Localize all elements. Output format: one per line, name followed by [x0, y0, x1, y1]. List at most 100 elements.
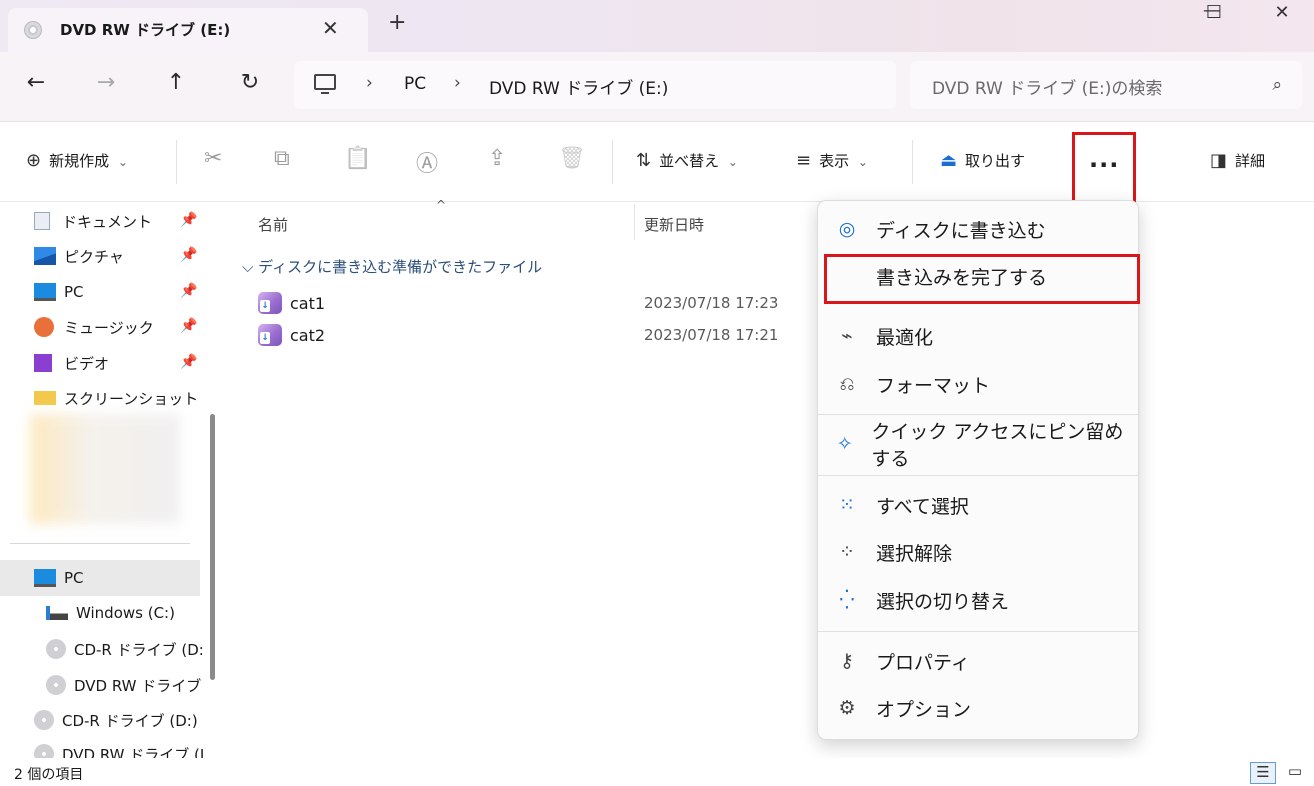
pc-icon [34, 569, 56, 587]
sidebar-scrollbar[interactable] [210, 414, 215, 680]
sidebar-item-dvdrw-root[interactable]: DVD RW ドライブ (I [34, 740, 204, 758]
file-name: cat1 [290, 293, 326, 313]
sidebar-item-pc[interactable]: PC [34, 278, 84, 306]
up-button[interactable]: ↑ [160, 70, 192, 95]
menu-separator [818, 631, 1138, 632]
list-view-icon: ≡ [796, 150, 812, 171]
cut-icon[interactable]: ✂ [204, 146, 222, 171]
paste-icon[interactable]: 📋 [344, 146, 371, 171]
select-all-icon: ⁙ [839, 494, 855, 516]
sidebar-item-windows-c[interactable]: Windows (C:) [46, 599, 175, 627]
pin-icon: ✧ [836, 433, 853, 455]
back-button[interactable]: ← [20, 70, 52, 95]
sidebar-item-label: PC [64, 283, 84, 301]
menu-item-select-none[interactable]: ⁘ 選択解除 [818, 532, 1138, 572]
address-bar[interactable]: › PC › DVD RW ドライブ (E:) [294, 61, 896, 109]
menu-item-format[interactable]: ⎌ フォーマット [818, 364, 1138, 404]
new-button[interactable]: ⊕ 新規作成 ⌄ [26, 150, 128, 171]
more-options-button[interactable]: ··· [1072, 132, 1136, 204]
menu-item-label: 選択解除 [876, 542, 953, 565]
column-header-name[interactable]: 名前 [258, 214, 288, 235]
maximize-button[interactable]: ☐ [1194, 2, 1234, 26]
column-separator[interactable] [634, 204, 635, 240]
disc-icon [34, 744, 54, 758]
forward-button[interactable]: → [90, 70, 122, 95]
sidebar-item-label: ドキュメント [62, 212, 153, 231]
file-row-cat1[interactable]: cat1 [258, 288, 325, 318]
menu-separator [818, 414, 1138, 415]
wrench-icon: ⚷ [840, 650, 854, 672]
sidebar-item-music[interactable]: ミュージック [34, 313, 154, 341]
sidebar-item-cdr-d-root[interactable]: CD-R ドライブ (D:) [34, 706, 198, 734]
group-header[interactable]: ⌵ ディスクに書き込む準備ができたファイル [242, 256, 542, 277]
menu-item-label: 選択の切り替え [876, 590, 1010, 613]
invert-selection-icon: ⁛ [839, 589, 855, 611]
tab-dvd-drive[interactable]: DVD RW ドライブ (E:) ✕ [8, 8, 368, 52]
folder-icon [34, 391, 56, 405]
format-icon: ⎌ [839, 373, 855, 395]
sidebar-item-label: DVD RW ドライブ [74, 676, 202, 695]
pc-icon [34, 283, 56, 301]
disc-icon [46, 675, 66, 695]
sidebar-item-documents[interactable]: ドキュメント [34, 207, 152, 235]
divider [912, 140, 913, 184]
pictures-icon [34, 247, 56, 265]
title-bar: DVD RW ドライブ (E:) ✕ + — ☐ ✕ [0, 0, 1314, 52]
breadcrumb-separator: › [454, 73, 461, 93]
sidebar-item-cdr-d[interactable]: CD-R ドライブ (D: [46, 635, 204, 663]
menu-item-invert-selection[interactable]: ⁛ 選択の切り替え [818, 580, 1138, 620]
close-button[interactable]: ✕ [1262, 2, 1302, 26]
search-box[interactable]: DVD RW ドライブ (E:)の検索 ⌕ [910, 61, 1302, 109]
pin-icon: 📌 [180, 354, 198, 370]
menu-item-options[interactable]: ⚙ オプション [818, 688, 1138, 728]
share-icon[interactable]: ⇪ [488, 146, 506, 171]
pc-icon [314, 74, 336, 94]
sidebar-item-pictures[interactable]: ピクチャ [34, 242, 124, 270]
search-input[interactable]: DVD RW ドライブ (E:)の検索 [932, 74, 1162, 99]
pin-icon: 📌 [180, 283, 198, 299]
eject-label: 取り出す [965, 152, 1026, 170]
disc-icon [24, 21, 42, 39]
drive-icon [46, 606, 68, 620]
details-view-button[interactable]: ☰ [1250, 762, 1276, 784]
command-bar: ⊕ 新規作成 ⌄ ✂ ⧉ 📋 Ⓐ ⇪ 🗑 ⇅ 並べ替え ⌄ ≡ 表示 ⌄ ⏏ 取り出す … [0, 122, 1314, 204]
menu-item-burn-to-disc[interactable]: ◎ ディスクに書き込む [818, 209, 1138, 249]
details-pane-icon: ◨ [1210, 150, 1228, 171]
column-header-date[interactable]: 更新日時 [644, 214, 704, 235]
file-date: 2023/07/18 17:21 [644, 326, 779, 344]
sidebar-item-this-pc[interactable]: PC [34, 564, 84, 592]
disc-burn-icon: ◎ [838, 218, 856, 240]
sidebar-item-label: ビデオ [64, 354, 110, 373]
menu-item-select-all[interactable]: ⁙ すべて選択 [818, 485, 1138, 525]
videos-icon [34, 354, 52, 372]
sidebar-item-dvdrw-e[interactable]: DVD RW ドライブ [46, 671, 201, 699]
divider [612, 140, 613, 184]
optimize-icon: ⌁ [841, 325, 853, 347]
menu-item-properties[interactable]: ⚷ プロパティ [818, 641, 1138, 681]
file-row-cat2[interactable]: cat2 [258, 320, 325, 350]
tab-close-button[interactable]: ✕ [322, 16, 339, 40]
sidebar-selection [0, 560, 200, 596]
tiles-view-button[interactable]: ▭ [1282, 762, 1308, 784]
delete-icon[interactable]: 🗑 [558, 146, 586, 171]
breadcrumb-pc[interactable]: PC [404, 74, 426, 94]
plus-circle-icon: ⊕ [26, 150, 42, 171]
copy-icon[interactable]: ⧉ [274, 146, 290, 171]
view-button[interactable]: ≡ 表示 ⌄ [796, 150, 868, 171]
sidebar-item-label: スクリーンショット [64, 389, 199, 408]
rename-icon[interactable]: Ⓐ [416, 146, 438, 178]
item-count: 2 個の項目 [14, 767, 84, 783]
sidebar-item-videos[interactable]: ビデオ [34, 349, 109, 377]
menu-item-label: オプション [876, 698, 972, 721]
sidebar-item-label: DVD RW ドライブ (I [62, 745, 205, 759]
menu-item-pin-quick-access[interactable]: ✧ クイック アクセスにピン留めする [818, 421, 1138, 470]
sidebar-item-screenshots[interactable]: スクリーンショット [34, 384, 198, 412]
menu-item-optimize[interactable]: ⌁ 最適化 [818, 316, 1138, 356]
refresh-button[interactable]: ↻ [234, 70, 266, 95]
new-tab-button[interactable]: + [388, 12, 406, 34]
gear-icon: ⚙ [838, 697, 856, 719]
details-pane-button[interactable]: ◨ 詳細 [1210, 150, 1265, 171]
sort-button[interactable]: ⇅ 並べ替え ⌄ [636, 150, 738, 171]
eject-button[interactable]: ⏏ 取り出す [940, 150, 1025, 171]
breadcrumb-dvd-drive[interactable]: DVD RW ドライブ (E:) [489, 74, 668, 99]
